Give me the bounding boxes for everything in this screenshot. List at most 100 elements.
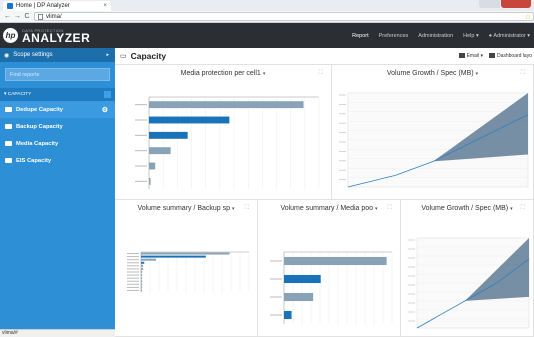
expand-icon[interactable]: ⛶ [245, 205, 249, 212]
bar [284, 274, 321, 284]
tab-close-icon[interactable]: × [103, 3, 107, 9]
bar [141, 286, 143, 289]
volume-growth-chart-2 [408, 237, 530, 329]
brand-title: ANALYZER [22, 30, 91, 45]
panel-title[interactable]: Media protection per cell1 ▾ [115, 70, 331, 77]
capacity-section-header[interactable]: ▾ CAPACITY [0, 88, 115, 101]
dropdown-icon[interactable]: ▾ [510, 206, 513, 212]
globe-icon: ◉ [4, 52, 10, 59]
folder-icon [5, 107, 12, 112]
bar [141, 252, 230, 255]
expand-icon[interactable]: ⛶ [521, 70, 525, 77]
hp-favicon-icon [7, 3, 13, 9]
section-toggle-icon[interactable] [104, 91, 111, 98]
envelope-icon [458, 53, 465, 59]
expand-icon[interactable]: ⛶ [521, 205, 525, 212]
bar [149, 101, 304, 109]
panel-title-text: Volume summary / Backup sp [137, 205, 231, 212]
bar [141, 280, 143, 283]
sidebar-item-backup-capacity[interactable]: Backup Capacity [0, 118, 115, 135]
window-close-button[interactable] [479, 0, 531, 8]
bar [141, 267, 144, 270]
sidebar-item-label: EIS Capacity [16, 157, 52, 164]
panel-title-text: Volume summary / Media poo [280, 205, 374, 212]
bar [141, 274, 143, 277]
nav-preferences[interactable]: Preferences [379, 33, 409, 39]
panel-media-protection: Media protection per cell1 ▾ ⛶ [115, 65, 332, 200]
bar [141, 277, 143, 280]
hp-logo-icon: hp [3, 28, 18, 43]
sidebar-item-media-capacity[interactable]: Media Capacity [0, 135, 115, 152]
sidebar-item-label: Dedupe Capacity [16, 106, 64, 113]
panel-title[interactable]: Volume Growth / Spec (MB) ▾ [401, 205, 533, 212]
volume-summary-media-chart [270, 251, 393, 324]
forward-icon[interactable]: → [14, 13, 21, 20]
panel-title[interactable]: Volume Growth / Spec (MB) ▾ [332, 70, 533, 77]
panel-title-text: Volume Growth / Spec (MB) [386, 70, 474, 77]
bar [141, 264, 144, 267]
expand-icon[interactable]: ⛶ [319, 70, 323, 77]
browser-tab[interactable]: Home | DP Analyzer × [3, 1, 111, 11]
tab-title: Home | DP Analyzer [16, 3, 70, 9]
user-icon: ● [488, 32, 493, 39]
page-title: Capacity [130, 51, 167, 61]
panel-title-text: Media protection per cell1 [180, 70, 261, 77]
panel-volume-summary-backup: Volume summary / Backup sp ▾ ⛶ [115, 200, 258, 337]
nav-user-menu[interactable]: ● Administrator ▾ [489, 33, 530, 39]
browser-tab-strip: Home | DP Analyzer × [0, 0, 534, 11]
dropdown-icon[interactable]: ▾ [375, 206, 378, 212]
url-text: vlima/ [46, 13, 62, 20]
expand-icon[interactable]: ⛶ [388, 205, 392, 212]
sidebar-item-label: Media Capacity [16, 140, 59, 147]
app-header: hp DATA PROTECTION ANALYZER Report Prefe… [0, 23, 534, 48]
panel-volume-growth-1: Volume Growth / Spec (MB) ▾ ⛶ [332, 65, 534, 200]
app-logo[interactable]: hp DATA PROTECTION ANALYZER [3, 28, 90, 44]
bar [141, 258, 157, 261]
panel-title[interactable]: Volume summary / Backup sp ▾ [115, 205, 257, 212]
email-button[interactable]: Email ▾ [458, 53, 483, 59]
folder-icon [5, 141, 12, 146]
header-actions: Email ▾ Dashboard layo [458, 53, 532, 59]
grid-icon [488, 53, 495, 59]
media-protection-chart [135, 96, 320, 189]
nav-report[interactable]: Report [352, 33, 369, 39]
nav-administration[interactable]: Administration [418, 33, 453, 39]
dashboard-layout-button[interactable]: Dashboard layo [488, 53, 532, 59]
address-bar: ← → C vlima/ ☆ [0, 11, 534, 23]
dropdown-icon[interactable]: ▾ [232, 206, 235, 212]
bar [284, 256, 387, 266]
bar [149, 177, 151, 185]
gear-icon[interactable]: ⚙ [102, 106, 108, 114]
user-name: Administrator ▾ [493, 32, 530, 39]
bar [141, 255, 206, 258]
back-icon[interactable]: ← [4, 13, 11, 20]
main-content: ▭ Capacity Email ▾ Dashboard layo Media … [115, 48, 534, 337]
panel-volume-growth-2: Volume Growth / Spec (MB) ▾ ⛶ [401, 200, 534, 337]
url-input[interactable]: vlima/ ☆ [34, 12, 534, 21]
chevron-right-icon: ▸ [106, 52, 109, 58]
sidebar-item-eis-capacity[interactable]: EIS Capacity [0, 152, 115, 169]
bar [141, 283, 143, 286]
section-label: ▾ CAPACITY [4, 92, 32, 97]
sidebar-item-label: Backup Capacity [16, 123, 63, 130]
page-icon [38, 13, 43, 20]
panel-title[interactable]: Volume summary / Media poo ▾ [258, 205, 400, 212]
top-nav: Report Preferences Administration Help ▾… [352, 33, 530, 39]
folder-icon [5, 124, 12, 129]
panel-title-text: Volume Growth / Spec (MB) [421, 205, 509, 212]
bar [284, 310, 292, 320]
volume-summary-backup-chart [127, 251, 250, 292]
folder-icon [5, 158, 12, 163]
bar [149, 162, 156, 170]
scope-settings-button[interactable]: ◉ Scope settings ▸ [0, 48, 115, 62]
bar [149, 131, 188, 139]
reload-icon[interactable]: C [24, 13, 30, 20]
sidebar-item-dedupe-capacity[interactable]: Dedupe Capacity ⚙ [0, 101, 115, 118]
report-filter-input[interactable]: Find reports [5, 68, 110, 81]
bookmark-star-icon[interactable]: ☆ [525, 13, 531, 21]
nav-help[interactable]: Help ▾ [463, 33, 479, 39]
dropdown-icon[interactable]: ▾ [476, 71, 479, 77]
email-label: Email ▾ [466, 53, 483, 59]
monitor-icon: ▭ [120, 53, 127, 60]
dropdown-icon[interactable]: ▾ [263, 71, 266, 77]
